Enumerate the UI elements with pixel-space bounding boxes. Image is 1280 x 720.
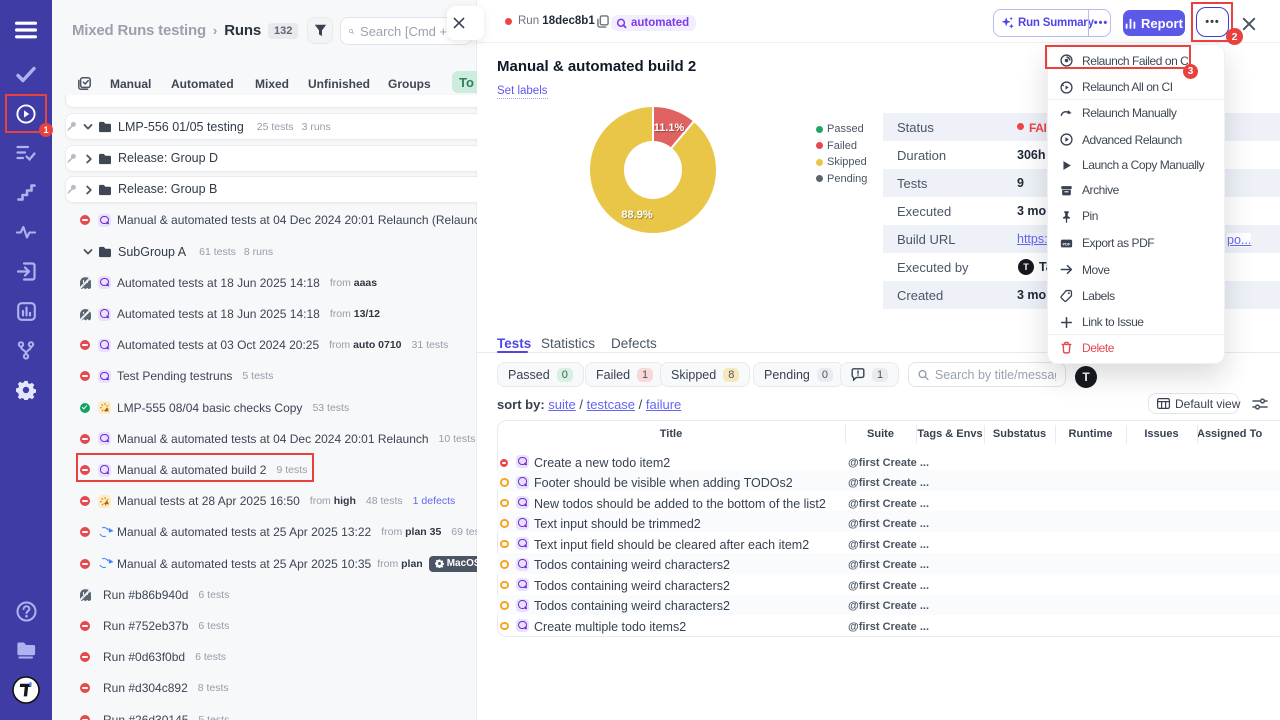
- svg-text:88.9%: 88.9%: [621, 209, 652, 221]
- svg-text:PDF: PDF: [1063, 241, 1072, 246]
- svg-text:11.1%: 11.1%: [654, 122, 685, 134]
